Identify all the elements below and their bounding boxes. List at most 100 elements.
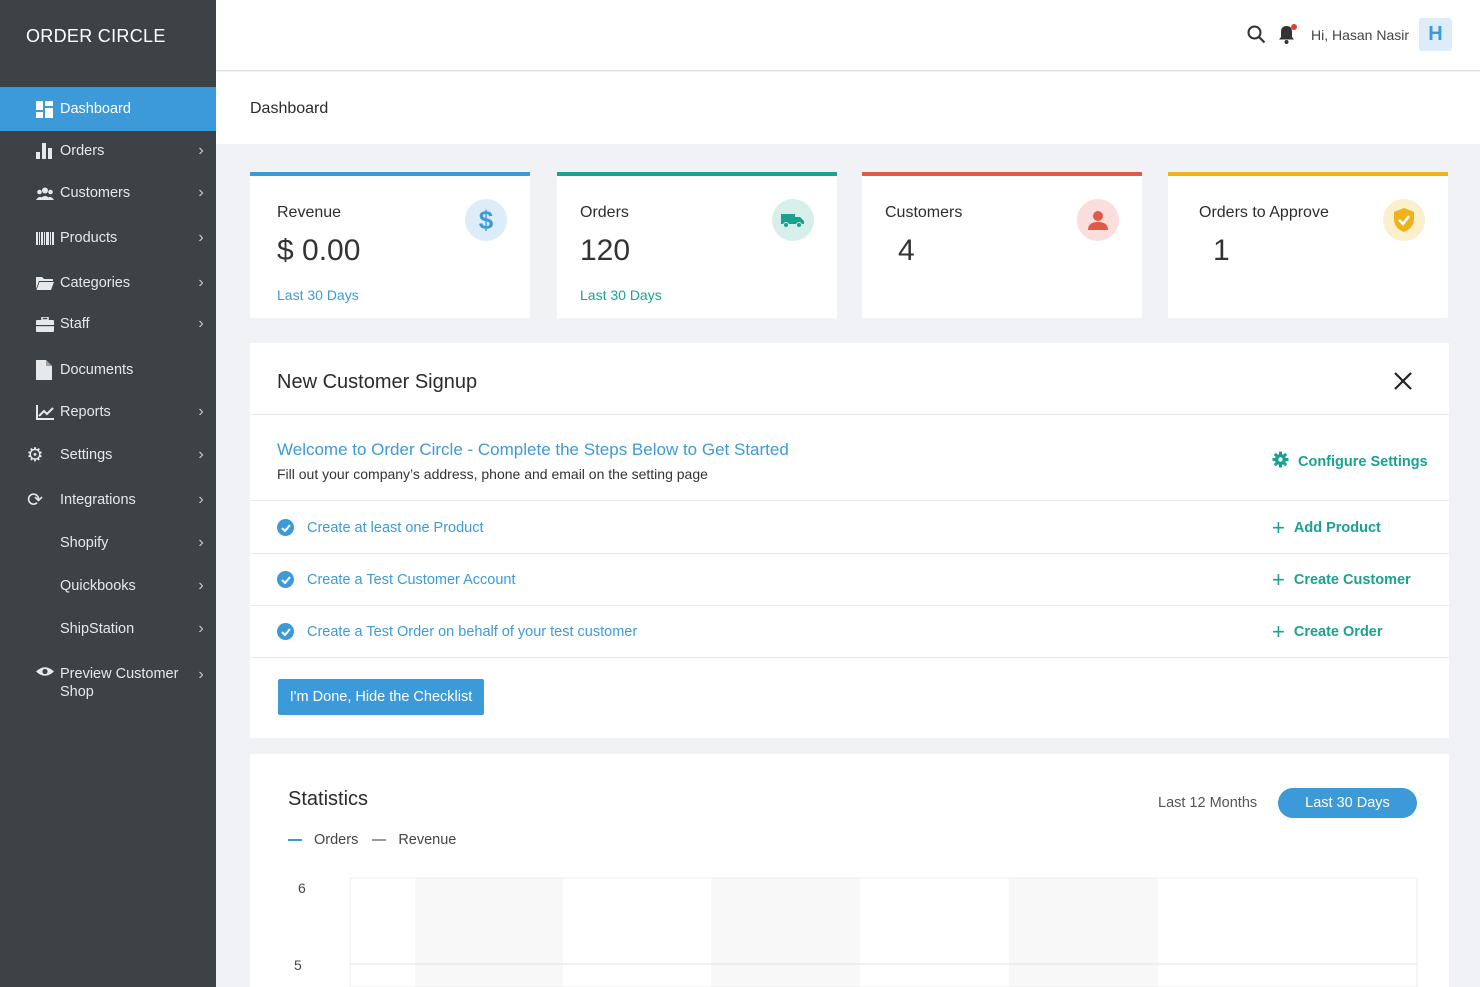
sidebar-item-label: Documents — [60, 362, 134, 378]
sync-icon: ⟳ — [27, 489, 43, 511]
sidebar-item-label: Preview Customer Shop — [60, 666, 179, 700]
card-title: Orders to Approve — [1199, 204, 1329, 221]
dashboard-icon — [0, 100, 60, 118]
document-icon — [0, 360, 60, 380]
sidebar-item-settings[interactable]: ⚙ Settings › — [0, 433, 216, 477]
barcode-icon — [0, 231, 60, 245]
sidebar-item-customers[interactable]: Customers › — [0, 171, 216, 215]
sidebar-item-categories[interactable]: Categories › — [0, 261, 216, 305]
sidebar-item-label: Customers — [60, 185, 131, 201]
sidebar-item-reports[interactable]: Reports › — [0, 390, 216, 434]
notification-badge — [1290, 23, 1297, 30]
sidebar-item-quickbooks[interactable]: Quickbooks › — [0, 564, 216, 608]
divider — [250, 553, 1449, 554]
range-last-30-days[interactable]: Last 30 Days — [1278, 788, 1417, 818]
shield-check-icon — [1383, 199, 1425, 241]
add-product-label: Add Product — [1293, 520, 1381, 536]
legend-item-revenue[interactable]: Revenue — [372, 832, 456, 848]
checklist-step: Create at least one Product — [277, 519, 484, 536]
gear-icon: ⚙ — [26, 444, 44, 466]
welcome-heading: Welcome to Order Circle - Complete the S… — [277, 440, 789, 459]
hide-checklist-button[interactable]: I'm Done, Hide the Checklist — [278, 679, 484, 715]
briefcase-icon — [0, 316, 60, 332]
panel-title: New Customer Signup — [277, 371, 478, 393]
user-icon — [1077, 199, 1119, 241]
sidebar-item-orders[interactable]: Orders › — [0, 129, 216, 173]
panel-title: Statistics — [288, 788, 369, 810]
chevron-right-icon: › — [198, 534, 204, 551]
customers-card[interactable]: Customers 4 — [862, 172, 1142, 318]
chevron-right-icon: › — [198, 315, 204, 332]
bell-icon[interactable] — [1275, 23, 1299, 47]
create-customer-link[interactable]: + Create Customer — [1272, 567, 1411, 592]
chevron-right-icon: › — [198, 229, 204, 246]
sidebar-item-label: Integrations — [60, 492, 136, 508]
revenue-card[interactable]: Revenue $ 0.00 Last 30 Days $ — [250, 172, 530, 318]
step-label[interactable]: Create a Test Customer Account — [307, 572, 515, 588]
plus-icon: + — [1272, 567, 1285, 592]
sidebar-item-staff[interactable]: Staff › — [0, 302, 216, 346]
sidebar-item-preview-customer-shop[interactable]: Preview Customer Shop › — [0, 660, 216, 708]
statistics-chart: 6 5 — [294, 877, 1418, 987]
brand-logo[interactable]: ORDER CIRCLE — [0, 0, 216, 72]
divider — [250, 605, 1449, 606]
sidebar-item-label: Products — [60, 230, 118, 246]
sidebar-item-label: Quickbooks — [60, 578, 136, 594]
search-icon[interactable] — [1245, 23, 1269, 47]
plus-icon: + — [1272, 619, 1285, 644]
y-tick-label: 5 — [294, 957, 302, 973]
page-header: Dashboard — [216, 72, 1480, 144]
sidebar-item-label: Dashboard — [60, 101, 131, 117]
sidebar-item-products[interactable]: Products › — [0, 216, 216, 260]
sidebar-item-integrations[interactable]: ⟳ Integrations › — [0, 478, 216, 522]
chevron-right-icon: › — [198, 274, 204, 291]
add-product-link[interactable]: + Add Product — [1272, 517, 1381, 539]
orders-to-approve-card[interactable]: Orders to Approve 1 — [1168, 172, 1448, 318]
sidebar-item-label: ShipStation — [60, 621, 135, 637]
legend-label: Revenue — [398, 832, 457, 848]
configure-settings-label: Configure Settings — [1298, 453, 1428, 470]
chevron-right-icon: › — [198, 577, 204, 594]
sidebar-item-label: Orders — [60, 143, 105, 159]
check-circle-icon — [277, 571, 294, 588]
dollar-icon: $ — [465, 199, 507, 241]
chart-band — [1009, 878, 1158, 987]
step-label[interactable]: Create a Test Order on behalf of your te… — [307, 624, 637, 640]
svg-text:$: $ — [479, 206, 494, 234]
create-customer-label: Create Customer — [1293, 572, 1411, 588]
user-greeting[interactable]: Hi, Hasan Nasir — [1311, 27, 1409, 43]
folder-icon — [0, 276, 60, 290]
chevron-right-icon: › — [198, 403, 204, 420]
sidebar-item-dashboard[interactable]: Dashboard — [0, 87, 216, 131]
divider — [250, 414, 1449, 415]
card-title: Orders — [580, 204, 629, 221]
sidebar-item-shopify[interactable]: Shopify › — [0, 521, 216, 565]
checklist-step: Create a Test Order on behalf of your te… — [277, 623, 637, 640]
sidebar-item-label: Staff — [60, 316, 90, 332]
card-title: Revenue — [277, 204, 342, 221]
range-last-12-months[interactable]: Last 12 Months — [1158, 795, 1257, 811]
sidebar: ORDER CIRCLE Dashboard Orders › Customer… — [0, 0, 216, 987]
checklist-step: Create a Test Customer Account — [277, 571, 515, 588]
legend-swatch — [288, 839, 302, 841]
step-label[interactable]: Create at least one Product — [307, 520, 484, 536]
new-customer-signup-panel: New Customer Signup Welcome to Order Cir… — [250, 343, 1449, 738]
create-order-link[interactable]: + Create Order — [1272, 619, 1383, 644]
legend-label: Orders — [314, 832, 359, 848]
sidebar-item-label: Shopify — [60, 535, 109, 551]
configure-settings-link[interactable]: Configure Settings — [1272, 451, 1428, 472]
sidebar-item-label: Reports — [60, 404, 111, 420]
sidebar-item-documents[interactable]: Documents — [0, 348, 216, 392]
gear-icon — [1272, 451, 1289, 472]
welcome-subtext: Fill out your company’s address, phone a… — [277, 466, 708, 482]
legend-item-orders[interactable]: Orders — [288, 832, 358, 848]
bar-chart-icon — [0, 143, 60, 159]
page-title: Dashboard — [250, 100, 329, 117]
orders-card[interactable]: Orders 120 Last 30 Days — [557, 172, 837, 318]
avatar[interactable]: H — [1419, 18, 1452, 51]
divider — [250, 657, 1449, 658]
chart-legend: Orders Revenue — [288, 832, 470, 848]
chevron-right-icon: › — [198, 446, 204, 463]
close-icon[interactable] — [1391, 369, 1415, 393]
sidebar-item-shipstation[interactable]: ShipStation › — [0, 607, 216, 651]
